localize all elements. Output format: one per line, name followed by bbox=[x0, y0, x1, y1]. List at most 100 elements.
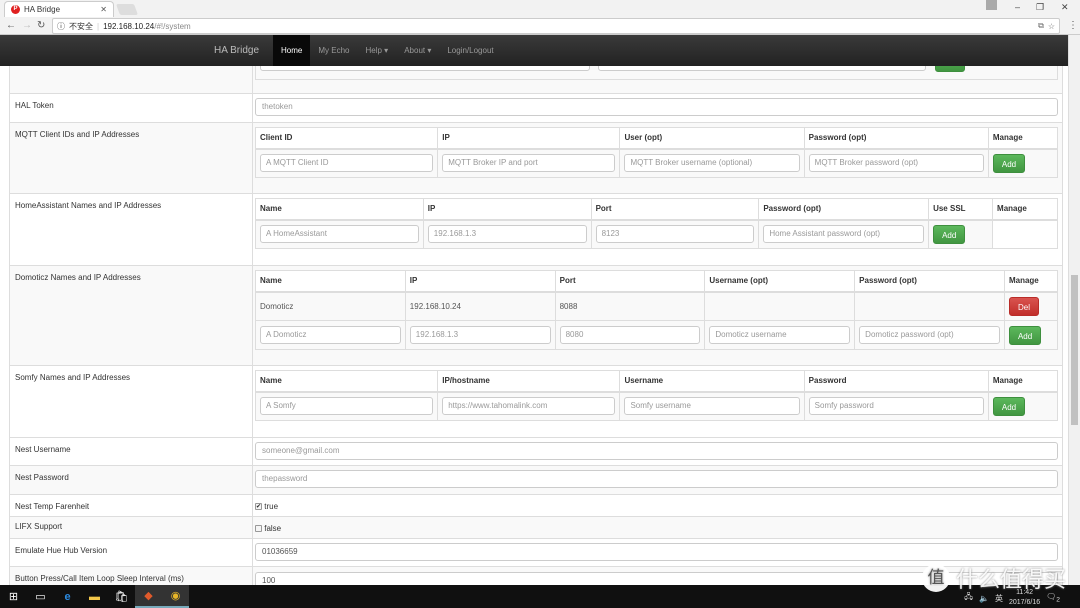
volume-icon[interactable]: 🔈 bbox=[979, 594, 989, 603]
favicon-icon: P bbox=[11, 5, 20, 14]
column-header: Name bbox=[255, 270, 406, 293]
new-entry-input[interactable]: Home Assistant password (opt) bbox=[763, 225, 925, 244]
add-button[interactable]: Add bbox=[1008, 325, 1042, 345]
add-button[interactable]: Add bbox=[992, 153, 1026, 173]
brand[interactable]: HA Bridge bbox=[214, 45, 259, 56]
new-entry-input[interactable]: Somfy password bbox=[808, 397, 984, 416]
hue-version-input[interactable]: 01036659 bbox=[255, 543, 1058, 561]
close-tab-icon[interactable]: ✕ bbox=[100, 5, 107, 14]
forward-icon[interactable]: → bbox=[22, 20, 32, 31]
maximize-button[interactable]: ❐ bbox=[1036, 2, 1044, 13]
cell: 192.168.10.24 bbox=[404, 291, 556, 321]
ime-indicator[interactable]: 英 bbox=[995, 593, 1003, 604]
row-domoticz: Domoticz Names and IP Addresses Name IP Po… bbox=[9, 265, 1063, 365]
somfy-label: Somfy Names and IP Addresses bbox=[15, 373, 131, 382]
nav-my-echo[interactable]: My Echo bbox=[310, 35, 357, 66]
nav-about[interactable]: About ▾ bbox=[396, 35, 439, 66]
start-icon[interactable]: ⊞ bbox=[0, 585, 27, 608]
column-header: Name bbox=[254, 370, 439, 393]
new-entry-input[interactable]: 192.168.1.3 bbox=[427, 225, 587, 244]
new-entry-input[interactable]: A HomeAssistant bbox=[260, 225, 419, 244]
watermark-logo: 值什么值得买 bbox=[921, 562, 1066, 594]
column-header: Port bbox=[554, 270, 706, 293]
delete-button[interactable]: Del bbox=[1008, 296, 1039, 316]
column-header: Manage bbox=[992, 198, 1058, 221]
new-entry-input[interactable]: https://www.tahomalink.com bbox=[442, 397, 616, 416]
nest-username-label: Nest Username bbox=[15, 445, 71, 454]
nest-temp-label: Nest Temp Farenheit bbox=[15, 502, 90, 511]
nest-temp-checkbox[interactable]: ✔ bbox=[255, 503, 262, 511]
nav-home[interactable]: Home bbox=[273, 35, 311, 66]
new-entry-input[interactable]: MQTT Broker username (optional) bbox=[624, 154, 800, 173]
row-sleep-interval: Button Press/Call Item Loop Sleep Interv… bbox=[9, 566, 1063, 585]
task-view-icon[interactable]: ▭ bbox=[27, 585, 54, 608]
address-bar-area: ← → ↻ ⓘ 不安全 | 192.168.10.24 /#!/system ⧉… bbox=[0, 17, 1080, 35]
url-host: 192.168.10.24 bbox=[103, 21, 155, 31]
hal-token-input[interactable]: thetoken bbox=[255, 98, 1058, 116]
bookmark-star-icon[interactable]: ☆ bbox=[1048, 22, 1055, 31]
taskbar: ⊞ ▭ e ▬ 🛍 ◆ ◉ bbox=[0, 585, 1080, 608]
new-entry-input[interactable]: A Somfy bbox=[260, 397, 434, 416]
lifx-value: false bbox=[264, 524, 282, 533]
nav-help[interactable]: Help ▾ bbox=[358, 35, 397, 66]
column-header: IP bbox=[437, 127, 621, 150]
back-icon[interactable]: ← bbox=[6, 20, 16, 31]
scrollbar-thumb[interactable] bbox=[1071, 275, 1078, 425]
column-header: IP bbox=[404, 270, 556, 293]
top-navbar: HA Bridge Home My Echo Help ▾ About ▾ Lo… bbox=[0, 35, 1068, 66]
hal-token-label: HAL Token bbox=[15, 101, 54, 110]
hue-version-label: Emulate Hue Hub Version bbox=[15, 546, 108, 555]
new-entry-input[interactable]: 192.168.1.3 bbox=[409, 326, 551, 344]
store-icon[interactable]: 🛍 bbox=[108, 585, 135, 608]
new-tab-button[interactable] bbox=[115, 4, 139, 15]
profile-icon[interactable] bbox=[986, 0, 997, 10]
column-header: Manage bbox=[1003, 270, 1059, 293]
new-entry-input[interactable]: MQTT Broker IP and port bbox=[442, 154, 616, 173]
column-header: User (opt) bbox=[619, 127, 805, 150]
url-path: /#!/system bbox=[154, 21, 191, 31]
column-header: Password bbox=[803, 370, 989, 393]
column-header: Client ID bbox=[254, 127, 439, 150]
new-entry-input[interactable]: 8123 bbox=[595, 225, 755, 244]
column-header: Username (opt) bbox=[704, 270, 856, 293]
row-nest-username: Nest Username someone@gmail.com bbox=[9, 437, 1063, 465]
info-icon[interactable]: ⓘ bbox=[57, 21, 65, 32]
column-header: Manage bbox=[987, 370, 1059, 393]
page-scrollbar[interactable] bbox=[1068, 35, 1080, 585]
nest-username-input[interactable]: someone@gmail.com bbox=[255, 442, 1058, 460]
new-entry-input[interactable]: 8080 bbox=[559, 326, 701, 344]
new-entry-input[interactable]: A Domoticz bbox=[260, 326, 401, 344]
add-button[interactable]: Add bbox=[933, 224, 966, 244]
url-input[interactable]: ⓘ 不安全 | 192.168.10.24 /#!/system ⧉ ☆ bbox=[52, 18, 1060, 34]
browser-tab[interactable]: P HA Bridge ✕ bbox=[4, 1, 114, 17]
new-entry-input[interactable]: Domoticz username bbox=[709, 326, 851, 344]
add-button[interactable]: Add bbox=[992, 396, 1026, 416]
minimize-button[interactable]: – bbox=[1015, 2, 1020, 12]
column-header: Password (opt) bbox=[854, 270, 1005, 293]
chrome-icon[interactable]: ◉ bbox=[162, 585, 189, 608]
new-entry-input[interactable]: Somfy username bbox=[624, 397, 800, 416]
row-hal-token: HAL Token thetoken bbox=[9, 93, 1063, 122]
nav-login-logout[interactable]: Login/Logout bbox=[439, 35, 501, 66]
translate-icon[interactable]: ⧉ bbox=[1038, 21, 1044, 31]
nest-password-input[interactable]: thepassword bbox=[255, 470, 1058, 488]
new-entry-row: A Somfy https://www.tahomalink.com Somfy u… bbox=[254, 391, 1059, 421]
new-entry-input[interactable]: A MQTT Client ID bbox=[260, 154, 434, 173]
new-entry-input[interactable]: MQTT Broker password (opt) bbox=[808, 154, 984, 173]
new-entry-input[interactable]: Domoticz password (opt) bbox=[859, 326, 1000, 344]
lifx-label: LIFX Support bbox=[15, 522, 63, 531]
app-icon[interactable]: ◆ bbox=[135, 585, 162, 608]
close-window-button[interactable]: ✕ bbox=[1061, 2, 1069, 13]
row-lifx: LIFX Support false bbox=[9, 516, 1063, 538]
reload-icon[interactable]: ↻ bbox=[37, 20, 45, 31]
edge-icon[interactable]: e bbox=[54, 585, 81, 608]
column-header: Name bbox=[255, 198, 424, 221]
row-somfy: Somfy Names and IP Addresses Name IP/host… bbox=[9, 365, 1063, 437]
file-explorer-icon[interactable]: ▬ bbox=[81, 585, 108, 608]
add-button[interactable] bbox=[935, 66, 965, 72]
row-nest-password: Nest Password thepassword bbox=[9, 465, 1063, 494]
menu-icon[interactable]: ⋮ bbox=[1068, 20, 1078, 31]
homeassistant-label: HomeAssistant Names and IP Addresses bbox=[15, 201, 162, 210]
lifx-checkbox[interactable] bbox=[255, 525, 262, 533]
new-entry-row: A MQTT Client ID MQTT Broker IP and port M… bbox=[254, 148, 1059, 178]
